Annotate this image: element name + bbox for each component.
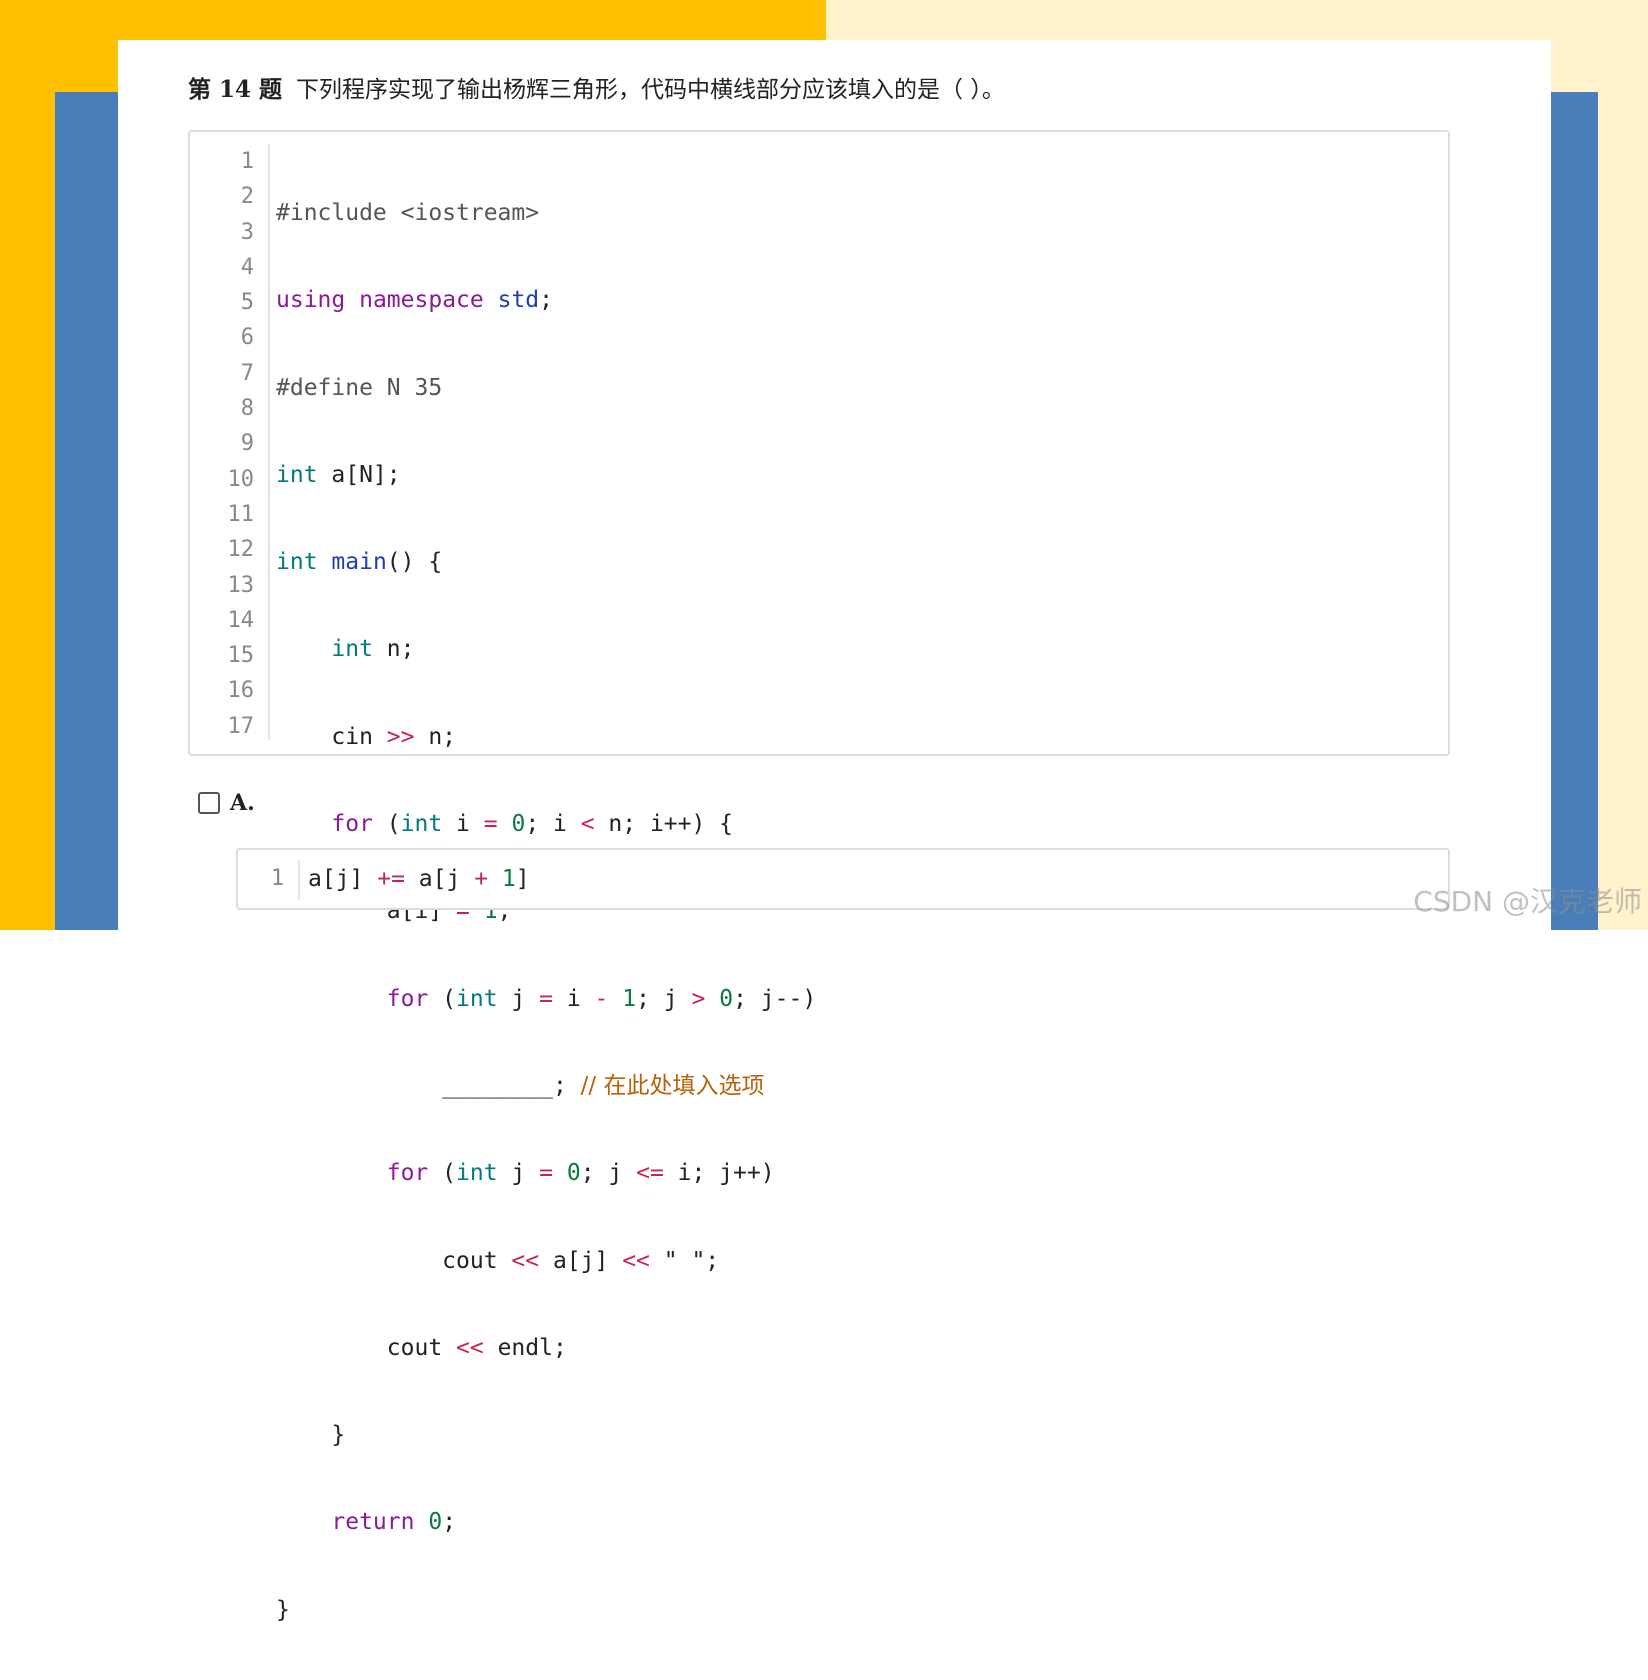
line-number: 3 bbox=[240, 219, 254, 245]
watermark: CSDN @汉克老师 bbox=[1413, 885, 1642, 918]
code-line-2: using namespace std; bbox=[276, 287, 553, 314]
option-a[interactable]: A. bbox=[198, 790, 255, 816]
gutter-divider bbox=[268, 144, 270, 740]
line-number: 8 bbox=[240, 396, 254, 422]
line-number: 1 bbox=[240, 149, 254, 174]
code-line-6: int n; bbox=[331, 636, 415, 663]
line-number: 4 bbox=[240, 254, 254, 280]
line-number: 6 bbox=[240, 325, 254, 351]
option-a-gutter-divider bbox=[298, 860, 300, 900]
code-line-17: } bbox=[276, 1596, 290, 1623]
option-a-checkbox[interactable] bbox=[198, 792, 220, 814]
code-content: #include <iostream> using namespace std;… bbox=[276, 144, 816, 1680]
code-line-14: cout << endl; bbox=[276, 1334, 567, 1361]
code-line-10: for (int j = i - 1; j > 0; j--) bbox=[386, 985, 817, 1012]
code-comment: // 在此处填入选项 bbox=[580, 1072, 765, 1099]
code-line-7: cin >> n; bbox=[276, 723, 457, 750]
code-line-8: for (int i = 0; i < n; i++) { bbox=[331, 811, 734, 838]
line-number: 14 bbox=[227, 607, 255, 633]
question-heading: 第 14 题下列程序实现了输出杨辉三角形，代码中横线部分应该填入的是（ ）。 bbox=[188, 70, 1005, 104]
option-a-label: A. bbox=[230, 790, 255, 816]
code-line-4: int a[N]; bbox=[276, 461, 401, 488]
line-number: 10 bbox=[227, 466, 255, 492]
line-number: 9 bbox=[240, 431, 254, 457]
code-line-16: return 0; bbox=[331, 1509, 457, 1536]
code-line-12: for (int j = 0; j <= i; j++) bbox=[386, 1160, 775, 1187]
line-number: 5 bbox=[240, 290, 254, 316]
line-number: 17 bbox=[227, 713, 255, 739]
line-number: 16 bbox=[227, 678, 255, 704]
line-number-gutter: 1 2 3 4 5 6 7 8 9 10 11 12 13 14 15 16 17 bbox=[190, 144, 262, 744]
code-line-3: #define N 35 bbox=[276, 374, 443, 401]
line-number: 12 bbox=[227, 537, 255, 563]
line-number: 7 bbox=[240, 360, 254, 386]
code-line-1: #include <iostream> bbox=[276, 200, 540, 226]
question-text: 下列程序实现了输出杨辉三角形，代码中横线部分应该填入的是（ ）。 bbox=[296, 77, 1005, 103]
line-number: 13 bbox=[227, 572, 255, 598]
fill-in-blank: ________; bbox=[276, 1072, 567, 1099]
line-number: 11 bbox=[227, 501, 255, 527]
code-line-13: cout << a[j] << " "; bbox=[276, 1247, 720, 1274]
code-line-11: ________; // 在此处填入选项 bbox=[276, 1069, 816, 1104]
question-number: 第 14 题 bbox=[188, 76, 283, 103]
code-line-5: int main() { bbox=[276, 549, 443, 576]
code-line-15: } bbox=[276, 1422, 346, 1449]
line-number: 15 bbox=[227, 643, 255, 669]
code-block: 1 2 3 4 5 6 7 8 9 10 11 12 13 14 15 16 17 #include <iost… bbox=[188, 130, 1450, 1623]
option-a-line-number: 1 bbox=[270, 866, 284, 891]
slide-page: 第 14 题下列程序实现了输出杨辉三角形，代码中横线部分应该填入的是（ ）。 1… bbox=[118, 40, 1551, 1623]
line-number: 2 bbox=[240, 184, 254, 210]
option-a-code: a[j] += a[j + 1] bbox=[308, 866, 530, 892]
option-a-code-block: 1 a[j] += a[j + 1] bbox=[236, 848, 1450, 910]
